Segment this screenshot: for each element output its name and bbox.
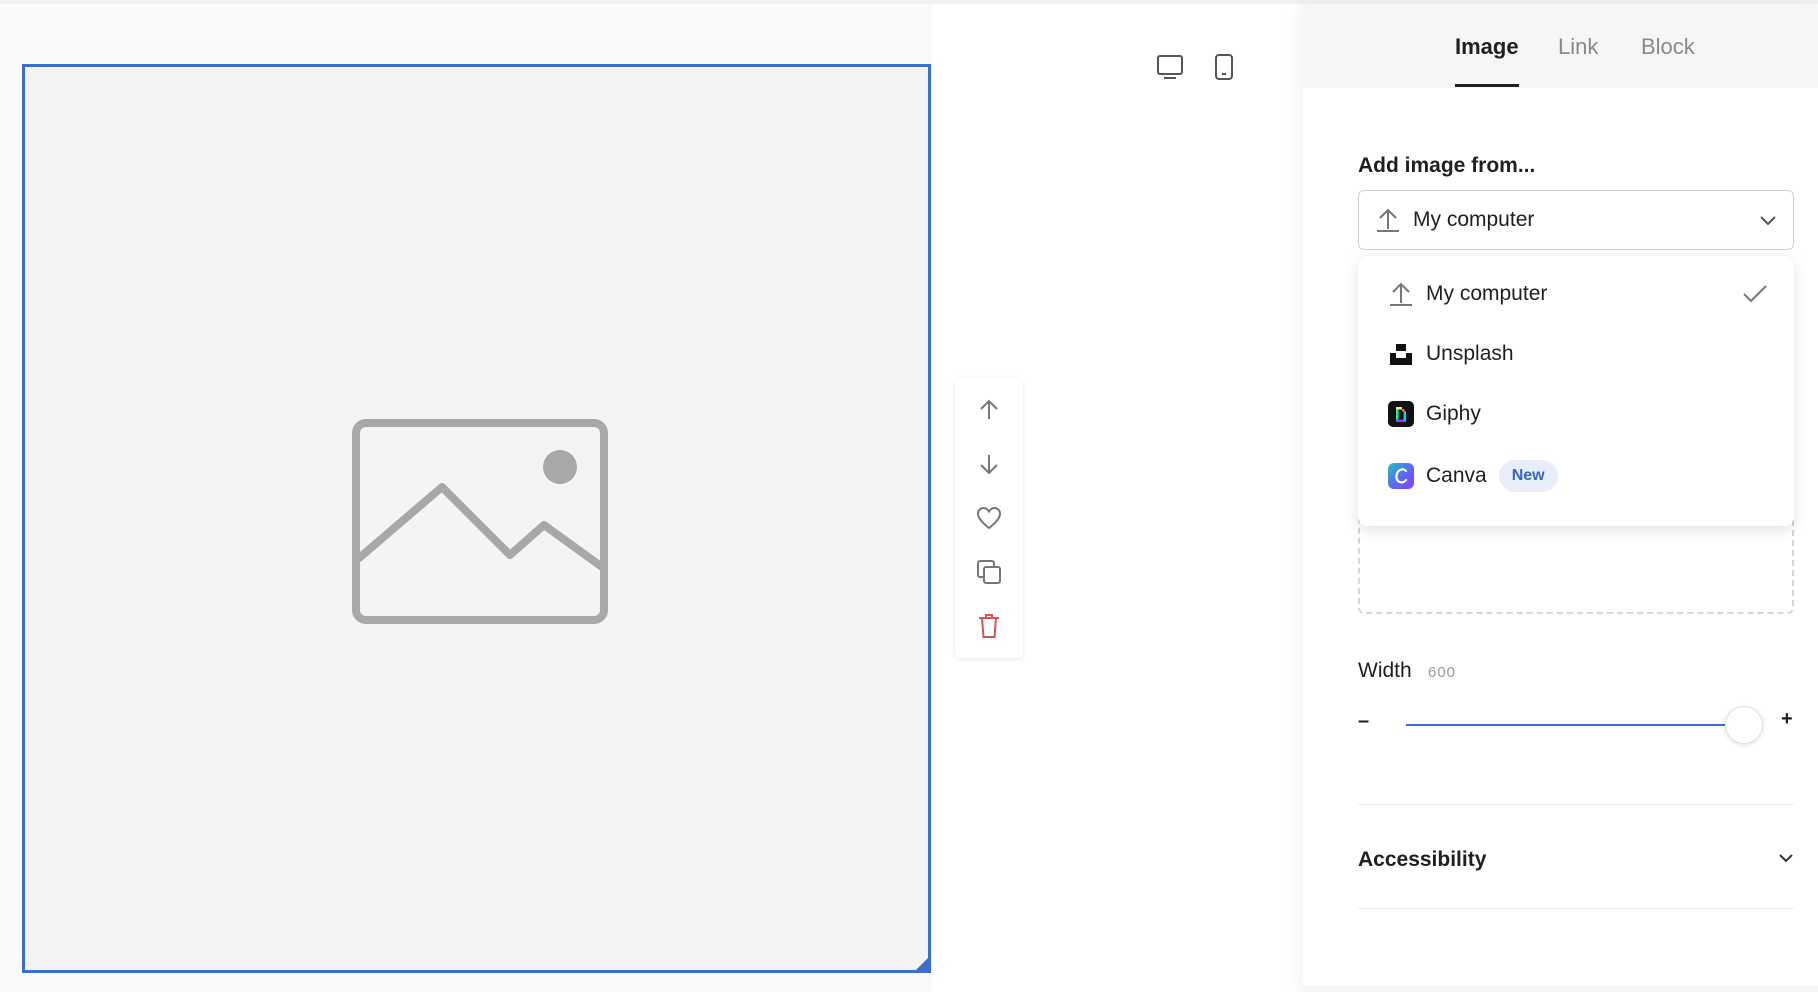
chevron-down-icon	[1779, 854, 1793, 863]
width-decrease-button[interactable]: –	[1358, 710, 1369, 733]
delete-button[interactable]	[967, 604, 1011, 648]
divider	[1358, 804, 1794, 805]
image-block-placeholder[interactable]	[22, 64, 931, 973]
option-label: My computer	[1426, 282, 1548, 305]
option-label: Giphy	[1426, 402, 1481, 425]
checkmark-icon	[1743, 285, 1767, 303]
image-placeholder-icon	[352, 419, 608, 624]
move-up-button[interactable]	[967, 388, 1011, 432]
panel-tabs: Image Link Block	[1303, 4, 1818, 88]
image-source-value: My computer	[1413, 208, 1535, 231]
unsplash-logo-icon	[1390, 344, 1412, 365]
divider	[1358, 908, 1794, 909]
width-label: Width	[1358, 659, 1412, 682]
favorite-button[interactable]	[967, 496, 1011, 540]
move-down-icon	[980, 455, 998, 475]
duplicate-icon	[977, 560, 1001, 584]
option-label: Canva	[1426, 464, 1487, 487]
option-giphy[interactable]: Giphy	[1358, 386, 1794, 442]
new-badge: New	[1498, 460, 1558, 492]
width-slider-thumb[interactable]	[1725, 706, 1763, 744]
option-unsplash[interactable]: Unsplash	[1358, 326, 1794, 382]
desktop-icon	[1157, 55, 1183, 79]
desktop-view-toggle[interactable]	[1153, 50, 1187, 84]
panel-bottom-edge	[1303, 986, 1818, 992]
upload-icon	[1377, 208, 1399, 232]
width-increase-button[interactable]: +	[1781, 708, 1793, 731]
block-toolbar	[955, 378, 1023, 658]
option-canva[interactable]: Canva New	[1358, 448, 1794, 504]
add-image-label: Add image from...	[1358, 154, 1536, 177]
option-label: Unsplash	[1426, 342, 1514, 365]
mobile-icon	[1215, 54, 1233, 80]
giphy-logo-icon	[1388, 401, 1414, 427]
accessibility-label: Accessibility	[1358, 848, 1487, 871]
heart-icon	[976, 506, 1002, 530]
image-source-select[interactable]: My computer	[1358, 190, 1794, 250]
chevron-down-icon	[1760, 216, 1776, 226]
tab-block[interactable]: Block	[1641, 34, 1695, 84]
settings-panel: Image Link Block Add image from... My co…	[1303, 4, 1818, 992]
upload-icon	[1390, 282, 1412, 306]
trash-icon	[979, 614, 999, 638]
mobile-view-toggle[interactable]	[1207, 50, 1241, 84]
option-my-computer[interactable]: My computer	[1358, 266, 1794, 322]
width-slider-track[interactable]	[1406, 724, 1742, 726]
duplicate-button[interactable]	[967, 550, 1011, 594]
image-source-dropdown: My computer Unsplash Giphy Canva New	[1358, 256, 1794, 526]
editor-canvas	[0, 4, 932, 992]
tab-image[interactable]: Image	[1455, 34, 1519, 87]
move-up-icon	[980, 399, 998, 419]
accessibility-accordion[interactable]: Accessibility	[1358, 808, 1794, 908]
canva-logo-icon	[1388, 463, 1414, 489]
tab-link[interactable]: Link	[1558, 34, 1598, 84]
move-down-button[interactable]	[967, 442, 1011, 486]
resize-handle[interactable]	[913, 955, 931, 973]
width-value: 600	[1428, 664, 1457, 681]
